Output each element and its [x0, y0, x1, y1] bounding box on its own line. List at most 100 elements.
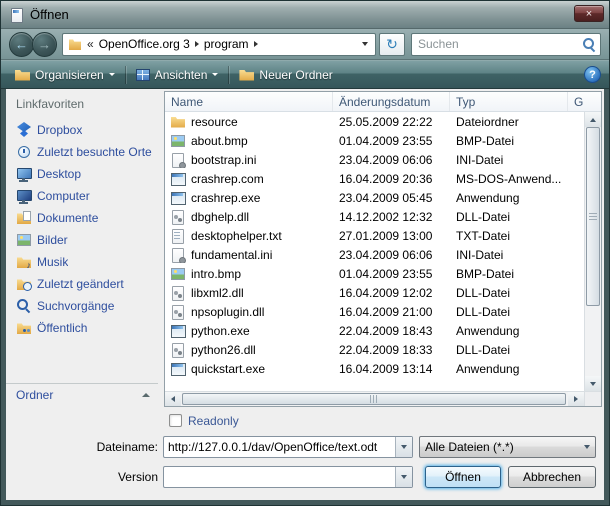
search-icon[interactable] [582, 37, 596, 51]
sidebar-item-icon [16, 166, 32, 182]
breadcrumb-collapse-chevrons[interactable]: « [87, 37, 94, 51]
file-row[interactable]: python26.dll 22.04.2009 18:33 DLL-Datei [165, 340, 584, 359]
horizontal-scrollbar-track[interactable] [181, 392, 568, 406]
file-list-panel: Name Änderungsdatum Typ G resource 25.05… [164, 91, 602, 407]
scroll-right-icon [574, 396, 578, 402]
folders-band[interactable]: Ordner [6, 383, 158, 404]
version-dropdown-button[interactable] [395, 467, 412, 487]
file-row[interactable]: dbghelp.dll 14.12.2002 12:32 DLL-Datei [165, 207, 584, 226]
horizontal-scrollbar-thumb[interactable] [182, 393, 566, 405]
filetype-dropdown-button[interactable] [578, 437, 595, 457]
scroll-down-button[interactable] [585, 376, 601, 391]
file-row[interactable]: crashrep.com 16.04.2009 20:36 MS-DOS-Anw… [165, 169, 584, 188]
scroll-up-icon [590, 118, 596, 122]
main-area: Linkfavoriten Dropbox Zuletzt besuchte O… [6, 89, 604, 407]
sidebar-item[interactable]: Zuletzt besuchte Orte [14, 141, 158, 163]
sidebar-item-label: Zuletzt besuchte Orte [37, 145, 152, 159]
breadcrumb-item-program[interactable]: program [204, 37, 249, 51]
file-modified-date: 16.04.2009 20:36 [333, 172, 450, 186]
file-row[interactable]: npsoplugin.dll 16.04.2009 21:00 DLL-Date… [165, 302, 584, 321]
back-button[interactable]: ← [9, 32, 34, 57]
sidebar-item-icon [16, 320, 32, 336]
breadcrumb-dropdown-icon[interactable] [362, 42, 368, 46]
sidebar-item[interactable]: Bilder [14, 229, 158, 251]
filename-dropdown-button[interactable] [395, 437, 412, 457]
sidebar-item[interactable]: Öffentlich [14, 317, 158, 339]
sidebar-item[interactable]: Computer [14, 185, 158, 207]
file-row[interactable]: python.exe 22.04.2009 18:43 Anwendung [165, 321, 584, 340]
breadcrumb-item-openoffice[interactable]: OpenOffice.org 3 [99, 37, 190, 51]
sidebar-item[interactable]: Suchvorgänge [14, 295, 158, 317]
chevron-right-icon[interactable] [195, 41, 199, 47]
readonly-checkbox[interactable] [169, 414, 182, 427]
file-row[interactable]: desktophelper.txt 27.01.2009 13:00 TXT-D… [165, 226, 584, 245]
sidebar-item-icon [16, 210, 32, 226]
sidebar-item[interactable]: Musik [14, 251, 158, 273]
sidebar-item[interactable]: Dokumente [14, 207, 158, 229]
file-icon [170, 190, 186, 206]
bottom-form: Readonly Dateiname: Alle Dateien (*.*) V… [6, 407, 604, 500]
file-row[interactable]: crashrep.exe 23.04.2009 05:45 Anwendung [165, 188, 584, 207]
column-header-size-label: G [574, 95, 583, 109]
help-button[interactable]: ? [584, 66, 601, 83]
sidebar-item[interactable]: Desktop [14, 163, 158, 185]
file-name-cell: about.bmp [165, 133, 333, 149]
file-name: dbghelp.dll [191, 210, 249, 224]
organize-button[interactable]: Organisieren [7, 65, 123, 85]
column-header-size[interactable]: G [568, 92, 601, 111]
file-row[interactable]: fundamental.ini 23.04.2009 06:06 INI-Dat… [165, 245, 584, 264]
column-header-type[interactable]: Typ [450, 92, 568, 111]
file-row[interactable]: bootstrap.ini 23.04.2009 06:06 INI-Datei [165, 150, 584, 169]
file-name: bootstrap.ini [191, 153, 256, 167]
file-row[interactable]: intro.bmp 01.04.2009 23:55 BMP-Datei [165, 264, 584, 283]
file-row[interactable]: about.bmp 01.04.2009 23:55 BMP-Datei [165, 131, 584, 150]
breadcrumb[interactable]: « OpenOffice.org 3 program [62, 33, 376, 56]
cancel-button[interactable]: Abbrechen [508, 466, 596, 488]
vertical-scrollbar-thumb[interactable] [586, 127, 600, 306]
sidebar-item-label: Computer [37, 189, 90, 203]
views-button[interactable]: Ansichten [128, 65, 227, 85]
scroll-down-icon [590, 382, 596, 386]
filename-input[interactable] [164, 440, 395, 454]
filetype-combobox[interactable]: Alle Dateien (*.*) [419, 436, 596, 458]
file-icon [170, 133, 186, 149]
open-button[interactable]: Öffnen [425, 466, 501, 488]
horizontal-scrollbar[interactable] [165, 391, 584, 406]
search-box[interactable] [411, 33, 601, 56]
navigation-bar: ← → « OpenOffice.org 3 program ↻ [1, 29, 609, 60]
forward-button[interactable]: → [32, 32, 57, 57]
filename-combobox[interactable] [163, 436, 413, 458]
sidebar-item-icon [16, 122, 32, 138]
vertical-scrollbar[interactable] [584, 112, 601, 391]
sidebar-item[interactable]: Dropbox [14, 119, 158, 141]
file-modified-date: 01.04.2009 23:55 [333, 267, 450, 281]
file-icon [170, 342, 186, 358]
file-icon [170, 323, 186, 339]
sidebar-item-label: Zuletzt geändert [37, 277, 124, 291]
file-row[interactable]: libxml2.dll 16.04.2009 12:02 DLL-Datei [165, 283, 584, 302]
refresh-button[interactable]: ↻ [379, 33, 405, 56]
new-folder-button[interactable]: Neuer Ordner [231, 65, 340, 85]
close-button[interactable]: × [574, 5, 604, 22]
file-name-cell: bootstrap.ini [165, 152, 333, 168]
version-label: Version [8, 470, 163, 484]
file-name-cell: resource [165, 114, 333, 130]
chevron-right-icon[interactable] [254, 41, 258, 47]
file-row[interactable]: quickstart.exe 16.04.2009 13:14 Anwendun… [165, 359, 584, 378]
chevron-down-icon [584, 445, 590, 449]
column-header-date[interactable]: Änderungsdatum [333, 92, 450, 111]
vertical-scrollbar-track[interactable] [585, 127, 601, 376]
column-header-name[interactable]: Name [165, 92, 333, 111]
titlebar[interactable]: Öffnen × [1, 1, 609, 29]
dialog-body: Linkfavoriten Dropbox Zuletzt besuchte O… [1, 89, 609, 505]
version-combobox[interactable] [163, 466, 413, 488]
sidebar-item[interactable]: Zuletzt geändert [14, 273, 158, 295]
file-type: Dateiordner [450, 115, 584, 129]
search-input[interactable] [412, 37, 582, 51]
file-row[interactable]: resource 25.05.2009 22:22 Dateiordner [165, 112, 584, 131]
scroll-right-button[interactable] [568, 392, 584, 406]
forward-icon: → [38, 38, 51, 51]
chevron-down-icon [401, 475, 407, 479]
scroll-left-button[interactable] [165, 392, 181, 406]
scroll-up-button[interactable] [585, 112, 601, 127]
